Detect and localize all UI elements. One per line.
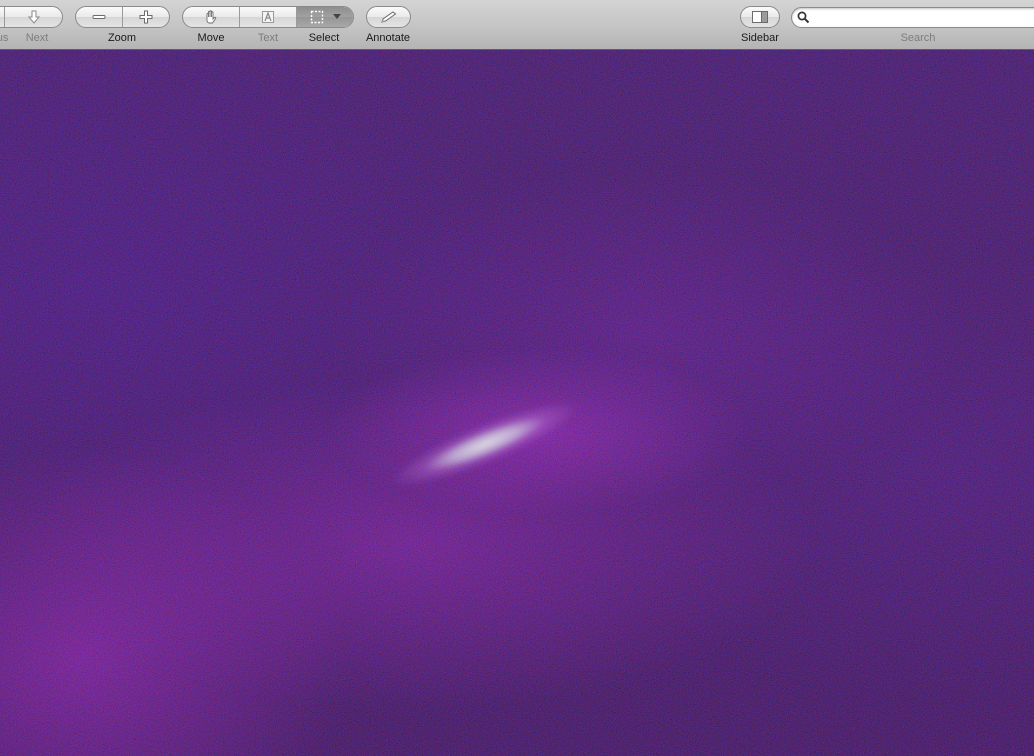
toolbar: Previous Next Zoom: [0, 0, 1034, 50]
previous-label: Previous: [0, 32, 9, 44]
text-cursor-icon: [260, 9, 276, 25]
pencil-icon: [380, 10, 398, 24]
move-tool-button[interactable]: [183, 7, 239, 27]
sidebar-control: [740, 6, 780, 28]
search-field[interactable]: [791, 7, 1034, 28]
zoom-out-button[interactable]: [76, 7, 122, 27]
sidebar-button[interactable]: [741, 7, 779, 27]
search-input[interactable]: [814, 9, 1034, 26]
next-label: Next: [25, 32, 49, 44]
image-noise-texture: [0, 50, 1034, 756]
annotate-control: [366, 6, 411, 28]
dropdown-triangle-icon[interactable]: [333, 14, 341, 20]
select-label: Select: [308, 32, 340, 44]
preview-window: Previous Next Zoom: [0, 0, 1034, 756]
minus-icon: [91, 9, 107, 25]
annotate-label: Annotate: [365, 32, 411, 44]
tool-mode-control: [182, 6, 354, 28]
previous-next-control: [0, 6, 63, 28]
move-label: Move: [197, 32, 225, 44]
sidebar-label: Sidebar: [741, 32, 779, 44]
select-tool-button[interactable]: [296, 7, 353, 27]
document-image[interactable]: [0, 50, 1034, 756]
plus-icon: [138, 9, 154, 25]
search-label: Search: [900, 32, 936, 44]
hand-icon: [203, 9, 219, 25]
annotate-button[interactable]: [367, 7, 410, 27]
text-tool-button[interactable]: [239, 7, 296, 27]
magnifier-icon: [797, 11, 810, 29]
zoom-in-button[interactable]: [122, 7, 169, 27]
sidebar-icon: [751, 10, 769, 24]
marquee-select-icon: [309, 9, 325, 25]
text-label: Text: [257, 32, 279, 44]
arrow-down-icon: [26, 9, 42, 25]
zoom-control: [75, 6, 170, 28]
zoom-label: Zoom: [107, 32, 137, 44]
next-button[interactable]: [4, 7, 62, 27]
